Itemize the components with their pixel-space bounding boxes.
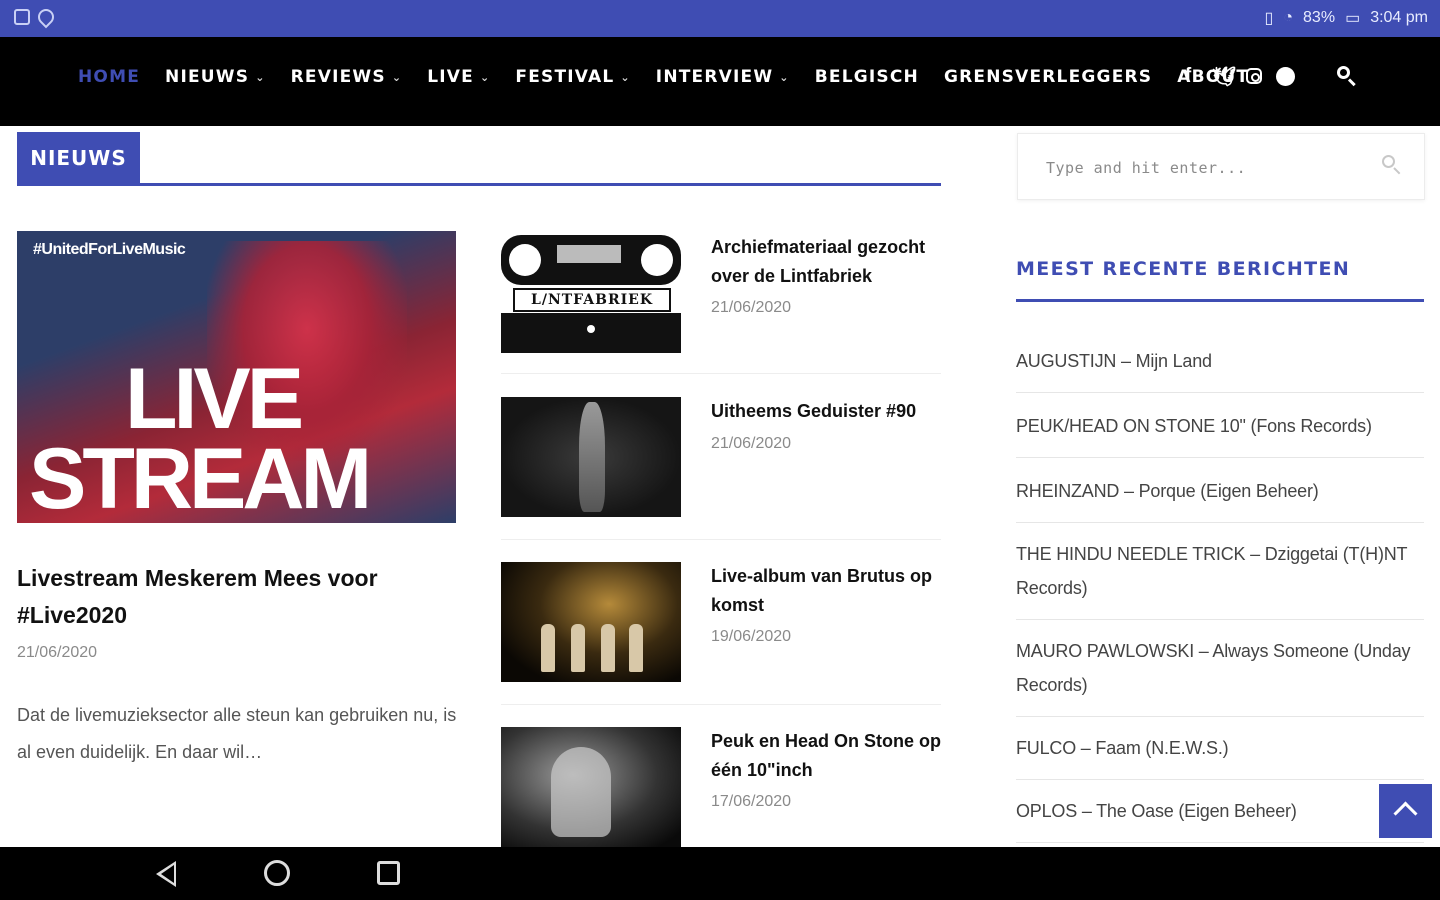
search-input[interactable] xyxy=(1044,152,1368,184)
recent-apps-icon[interactable] xyxy=(377,861,400,885)
nav-item-label: HOME xyxy=(78,67,141,87)
recent-posts-list: AUGUSTIJN – Mijn Land PEUK/HEAD ON STONE … xyxy=(1016,330,1424,843)
main-navigation: HOME NIEUWS ⌄ REVIEWS ⌄ LIVE ⌄ FESTIVAL ⌄ INTERVI… xyxy=(0,37,1440,126)
nav-item-label: FESTIVAL xyxy=(515,67,615,87)
back-to-top-button[interactable] xyxy=(1379,784,1432,838)
widget-title: MEEST RECENTE BERICHTEN xyxy=(1016,258,1424,302)
location-icon xyxy=(34,5,58,29)
nav-item-reviews[interactable]: REVIEWS ⌄ xyxy=(291,67,403,87)
wifi-icon: ◔ xyxy=(1283,9,1294,26)
nav-menu: HOME NIEUWS ⌄ REVIEWS ⌄ LIVE ⌄ FESTIVAL ⌄ INTERVI… xyxy=(78,67,1274,87)
section-label[interactable]: NIEUWS xyxy=(17,132,140,183)
recent-post-link[interactable]: OPLOS – The Oase (Eigen Beheer) xyxy=(1016,780,1424,843)
search-icon[interactable] xyxy=(1381,154,1403,176)
nav-item-live[interactable]: LIVE ⌄ xyxy=(427,67,490,87)
post-title[interactable]: Uitheems Geduister #90 xyxy=(711,397,943,426)
system-navigation-bar xyxy=(0,847,1440,900)
featured-title[interactable]: Livestream Meskerem Mees voor #Live2020 xyxy=(17,560,457,634)
chevron-down-icon: ⌄ xyxy=(391,70,403,84)
thumbnail-text: L/NTFABRIEK xyxy=(513,288,671,312)
post-date: 21/06/2020 xyxy=(711,435,792,452)
post-date: 17/06/2020 xyxy=(711,793,792,810)
social-links: f 🕊 xyxy=(1178,65,1295,89)
clock: 3:04 pm xyxy=(1370,9,1428,26)
chevron-down-icon: ⌄ xyxy=(255,70,266,84)
nav-item-festival[interactable]: FESTIVAL ⌄ xyxy=(515,67,630,87)
recent-post-link[interactable]: FULCO – Faam (N.E.W.S.) xyxy=(1016,717,1424,780)
nav-item-grensverleggers[interactable]: GRENSVERLEGGERS xyxy=(944,67,1152,87)
image-text-stream: STREAM xyxy=(29,431,372,523)
post-date: 21/06/2020 xyxy=(711,299,792,316)
recent-post-link[interactable]: PEUK/HEAD ON STONE 10" (Fons Records) xyxy=(1016,393,1424,458)
divider xyxy=(501,539,941,540)
vibrate-icon: ▯ xyxy=(1264,10,1274,27)
recent-post-link[interactable]: AUGUSTIJN – Mijn Land xyxy=(1016,330,1424,393)
nav-item-belgisch[interactable]: BELGISCH xyxy=(815,67,919,87)
recent-post-link[interactable]: MAURO PAWLOWSKI – Always Someone (Unday … xyxy=(1016,620,1424,717)
status-bar: ▯ ◔ 83% ▭ 3:04 pm xyxy=(0,0,1440,37)
nav-item-nieuws[interactable]: NIEUWS ⌄ xyxy=(165,67,266,87)
image-hashtag: #UnitedForLiveMusic xyxy=(33,241,186,258)
recent-post-link[interactable]: RHEINZAND – Porque (Eigen Beheer) xyxy=(1016,458,1424,523)
post-thumbnail[interactable] xyxy=(501,562,681,682)
chevron-down-icon: ⌄ xyxy=(620,70,631,84)
back-icon[interactable] xyxy=(156,861,176,887)
spotify-icon[interactable] xyxy=(1276,67,1295,86)
nav-item-label: INTERVIEW xyxy=(655,67,774,87)
chevron-down-icon: ⌄ xyxy=(479,70,491,84)
post-thumbnail[interactable] xyxy=(501,727,681,847)
instagram-icon[interactable] xyxy=(1246,68,1262,84)
post-thumbnail[interactable] xyxy=(501,397,681,517)
battery-icon: ▭ xyxy=(1345,10,1361,27)
nav-item-label: GRENSVERLEGGERS xyxy=(943,67,1153,87)
twitter-icon[interactable]: 🕊 xyxy=(1212,65,1236,89)
post-title[interactable]: Live-album van Brutus op komst xyxy=(711,562,943,620)
nav-item-home[interactable]: HOME xyxy=(78,67,140,87)
nav-item-label: NIEUWS xyxy=(165,67,250,87)
facebook-icon[interactable]: f xyxy=(1178,65,1198,89)
nav-item-label: BELGISCH xyxy=(814,67,919,87)
chevron-down-icon: ⌄ xyxy=(779,70,790,84)
post-thumbnail[interactable]: L/NTFABRIEK xyxy=(501,233,681,353)
post-title[interactable]: Archiefmateriaal gezocht over de Lintfab… xyxy=(711,233,943,291)
image-text-live: LIVE xyxy=(125,351,304,447)
featured-excerpt: Dat de livemuzieksector alle steun kan g… xyxy=(17,705,457,762)
notification-icon xyxy=(14,9,30,25)
featured-date: 21/06/2020 xyxy=(17,644,98,661)
battery-level: 83% xyxy=(1303,9,1336,26)
nav-item-label: REVIEWS xyxy=(290,67,386,87)
chevron-up-icon xyxy=(1393,801,1418,826)
section-heading: NIEUWS xyxy=(17,132,941,186)
divider xyxy=(501,373,941,374)
recent-post-link[interactable]: THE HINDU NEEDLE TRICK – Dziggetai (T(H)… xyxy=(1016,523,1424,620)
sidebar-search xyxy=(1017,133,1425,200)
nav-item-label: LIVE xyxy=(427,67,474,87)
featured-image[interactable]: #UnitedForLiveMusic LIVE STREAM xyxy=(17,231,456,523)
divider xyxy=(501,704,941,705)
search-icon[interactable] xyxy=(1336,65,1358,87)
post-title[interactable]: Peuk en Head On Stone op één 10"inch xyxy=(711,727,943,785)
home-icon[interactable] xyxy=(264,860,290,886)
post-date: 19/06/2020 xyxy=(711,628,792,645)
nav-item-interview[interactable]: INTERVIEW ⌄ xyxy=(656,67,790,87)
